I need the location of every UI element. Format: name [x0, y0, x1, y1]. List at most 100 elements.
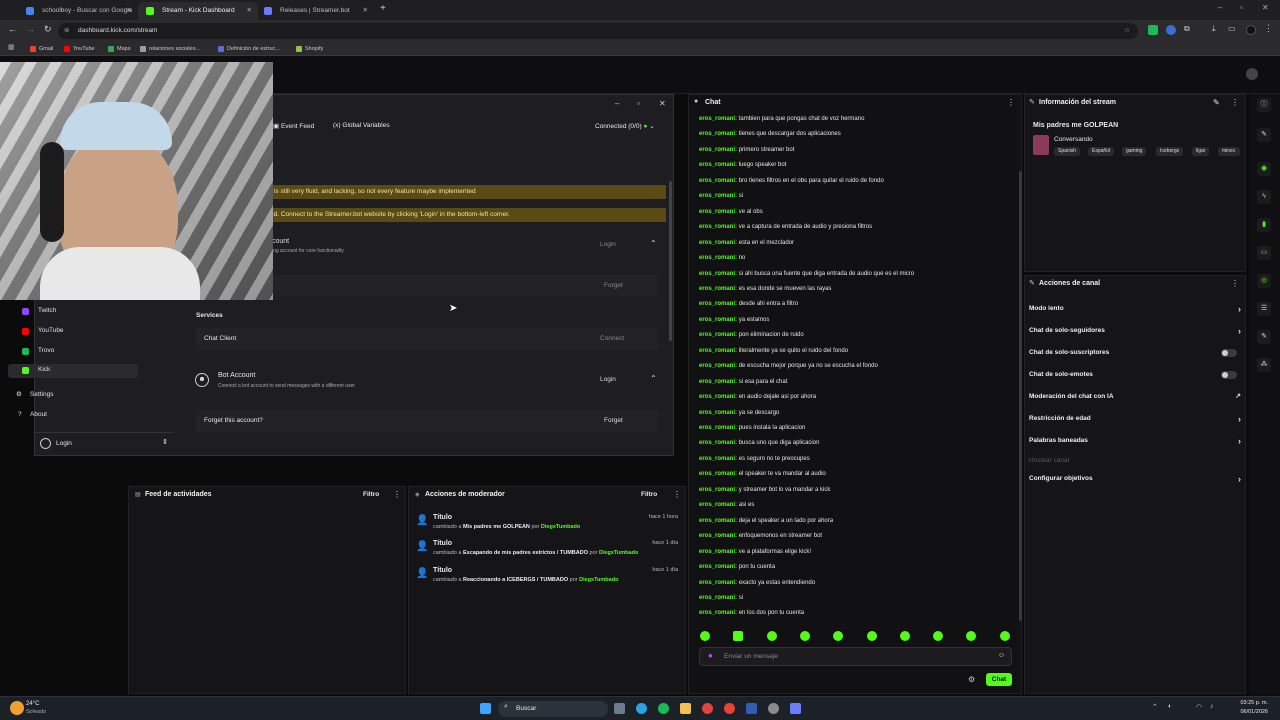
nav-youtube[interactable]: YouTube: [8, 325, 138, 339]
chat-username[interactable]: eros_romani:: [699, 379, 737, 385]
chat-username[interactable]: eros_romani:: [699, 580, 737, 586]
app-icon[interactable]: [702, 703, 713, 714]
activity-filter-button[interactable]: Filtro: [363, 491, 379, 498]
bookmark-shopify[interactable]: Shopify: [296, 44, 323, 54]
nav-kick[interactable]: Kick: [8, 364, 138, 378]
apps-grid-icon[interactable]: ▦: [8, 43, 15, 51]
chat-username[interactable]: eros_romani:: [699, 240, 737, 246]
chat-username[interactable]: eros_romani:: [699, 595, 737, 601]
chat-scrollbar[interactable]: [1019, 171, 1022, 621]
clock-time[interactable]: 03:25 p. m.: [1228, 700, 1268, 706]
chat-username[interactable]: eros_romani:: [699, 410, 737, 416]
chat-username[interactable]: eros_romani:: [699, 162, 737, 168]
action-ai-moderation[interactable]: Moderación del chat con IA ↗: [1029, 393, 1241, 400]
tag-chip[interactable]: Español: [1088, 147, 1115, 156]
tag-chip[interactable]: Icebergs: [1156, 147, 1184, 156]
browser-tab-google[interactable]: schoolboy - Buscar con Google ✕: [18, 2, 138, 20]
send-chat-button[interactable]: Chat: [986, 673, 1012, 686]
chat-username[interactable]: eros_romani:: [699, 533, 737, 539]
more-options-icon[interactable]: ⋮: [393, 490, 401, 499]
chat-icon[interactable]: ▭: [1257, 246, 1271, 260]
action-configure-goals[interactable]: Configurar objetivos ›: [1029, 474, 1241, 484]
emote-icon[interactable]: [700, 631, 710, 641]
chat-username[interactable]: eros_romani:: [699, 271, 737, 277]
mod-filter-button[interactable]: Filtro: [641, 491, 657, 498]
group-icon[interactable]: ⁂: [1257, 358, 1271, 372]
more-options-icon[interactable]: ⋮: [1231, 279, 1239, 288]
chat-username[interactable]: eros_romani:: [699, 471, 737, 477]
info-icon[interactable]: ⓘ: [1257, 98, 1271, 112]
emote-icon[interactable]: [966, 631, 976, 641]
back-arrow-icon[interactable]: ←: [8, 24, 17, 34]
connect-button[interactable]: Connect: [600, 335, 624, 342]
action-age-restriction[interactable]: Restricción de edad ›: [1029, 414, 1241, 424]
emote-icon[interactable]: [867, 631, 877, 641]
chat-username[interactable]: eros_romani:: [699, 425, 737, 431]
camera-icon[interactable]: ◉: [1257, 162, 1271, 176]
download-icon[interactable]: ⤓: [1212, 24, 1216, 34]
bookmark-definicion[interactable]: Definición de estruc...: [218, 44, 280, 54]
cast-icon[interactable]: ▭: [1228, 24, 1236, 33]
taskbar-search[interactable]: ⌕ Buscar: [498, 701, 608, 717]
bot-login-button[interactable]: Login: [600, 376, 616, 383]
chat-username[interactable]: eros_romani:: [699, 209, 737, 215]
bookmark-relaciones[interactable]: relaciones sociales...: [140, 44, 200, 54]
tray-app-icon[interactable]: ◐: [1168, 703, 1172, 710]
user-avatar[interactable]: [1246, 68, 1258, 80]
tag-chip[interactable]: ligar: [1192, 147, 1210, 156]
chrome-icon[interactable]: [724, 703, 735, 714]
chevron-up-icon[interactable]: ⌃: [650, 239, 657, 248]
browser-tab-kick[interactable]: Stream - Kick Dashboard ✕: [138, 2, 258, 20]
chat-username[interactable]: eros_romani:: [699, 255, 737, 261]
list-icon[interactable]: ☰: [1257, 302, 1271, 316]
close-tab-icon[interactable]: ✕: [363, 2, 368, 20]
nav-trovo[interactable]: Trovo: [8, 345, 138, 359]
bot-forget-button[interactable]: Forget: [604, 417, 623, 424]
more-options-icon[interactable]: ⋮: [1007, 98, 1015, 107]
emote-icon[interactable]: [733, 631, 743, 641]
close-tab-icon[interactable]: ✕: [127, 2, 132, 20]
reload-icon[interactable]: ↻: [44, 24, 52, 35]
task-view-icon[interactable]: [614, 703, 625, 714]
emoji-icon[interactable]: ☺: [998, 652, 1005, 659]
action-slow-mode[interactable]: Modo lento ›: [1029, 304, 1241, 314]
wrench-icon[interactable]: ✎: [1257, 330, 1271, 344]
bolt-icon[interactable]: ϟ: [1257, 190, 1271, 204]
broadcast-icon[interactable]: ◎: [1257, 274, 1271, 288]
bookmark-youtube[interactable]: YouTube: [64, 44, 95, 54]
subscribers-only-toggle[interactable]: [1221, 349, 1237, 357]
browser-menu-icon[interactable]: ⋮: [1264, 23, 1273, 34]
chat-settings-gear-icon[interactable]: ⚙: [968, 675, 975, 684]
bookmark-gmail[interactable]: Gmail: [30, 44, 53, 54]
pencil-icon[interactable]: ✎: [1257, 128, 1271, 142]
entry-user[interactable]: DiegxTumbado: [599, 550, 638, 556]
obs-icon[interactable]: [768, 703, 779, 714]
login-button[interactable]: Login: [600, 241, 616, 248]
tray-chevron-icon[interactable]: ⌃: [1152, 703, 1158, 711]
stream-category[interactable]: Conversando: [1054, 136, 1093, 143]
nav-twitch[interactable]: Twitch: [8, 305, 138, 319]
forget-button[interactable]: Forget: [604, 282, 623, 289]
nav-settings[interactable]: ⚙ Settings: [8, 389, 138, 403]
action-banned-words[interactable]: Palabras baneadas ›: [1029, 436, 1241, 446]
global-variables-tab[interactable]: (x) Global Variables: [333, 122, 390, 129]
chat-username[interactable]: eros_romani:: [699, 301, 737, 307]
emote-icon[interactable]: [1000, 631, 1010, 641]
chat-username[interactable]: eros_romani:: [699, 131, 737, 137]
tag-chip[interactable]: gaming: [1122, 147, 1147, 156]
emote-icon[interactable]: [933, 631, 943, 641]
chat-input[interactable]: ● Enviar un mensaje ☺: [699, 647, 1012, 666]
edge-icon[interactable]: [636, 703, 647, 714]
windows-start-icon[interactable]: [480, 703, 491, 714]
chat-username[interactable]: eros_romani:: [699, 193, 737, 199]
site-info-icon[interactable]: ⊜: [64, 23, 69, 39]
chat-username[interactable]: eros_romani:: [699, 518, 737, 524]
action-followers-only[interactable]: Chat de solo-seguidores ›: [1029, 326, 1241, 336]
chat-username[interactable]: eros_romani:: [699, 394, 737, 400]
tag-chip[interactable]: minec: [1218, 147, 1240, 156]
chat-username[interactable]: eros_romani:: [699, 116, 737, 122]
entry-user[interactable]: DiegxTumbado: [541, 524, 580, 530]
chat-username[interactable]: eros_romani:: [699, 487, 737, 493]
close-window-icon[interactable]: ✕: [1262, 3, 1269, 12]
chat-username[interactable]: eros_romani:: [699, 610, 737, 616]
